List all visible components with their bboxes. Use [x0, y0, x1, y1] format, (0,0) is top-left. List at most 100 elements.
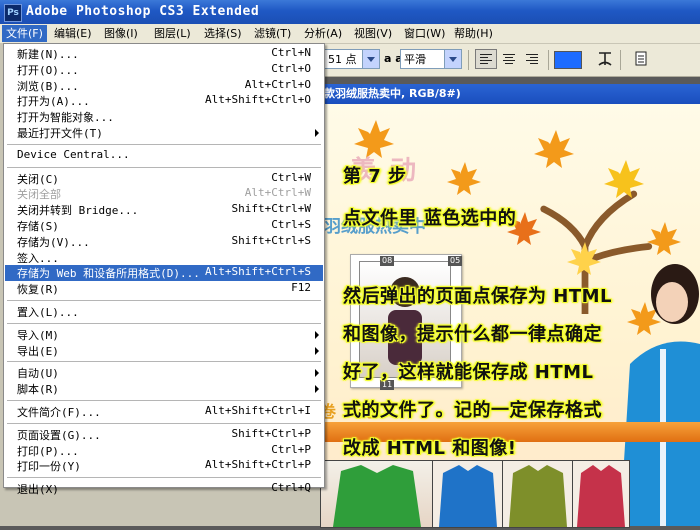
model-photo	[620, 264, 700, 526]
menu-item-shortcut: Ctrl+P	[271, 442, 311, 456]
file-menu-item[interactable]: 文件简介(F)... Alt+Shift+Ctrl+I	[5, 404, 323, 420]
menu-item[interactable]: 窗口(W)	[400, 25, 449, 42]
align-center-button[interactable]	[498, 49, 520, 69]
menu-item-shortcut: Shift+Ctrl+W	[231, 202, 311, 216]
align-left-icon	[480, 54, 492, 66]
instruction-line: 点文件里 蓝色选中的	[343, 208, 517, 229]
menu-item[interactable]: 帮助(H)	[450, 25, 497, 42]
menu-file[interactable]: 文件(F)	[2, 25, 47, 42]
options-bar: 51 点 a a 平滑	[320, 44, 700, 77]
menu-item[interactable]: 视图(V)	[350, 25, 396, 42]
file-menu-item[interactable]: 导出(E)	[5, 343, 323, 359]
file-menu-item[interactable]: 存储为(V)... Shift+Ctrl+S	[5, 234, 323, 250]
menu-item-label: 浏览(B)...	[17, 79, 79, 93]
jacket-icon	[333, 465, 421, 527]
file-menu-item[interactable]: 签入...	[5, 250, 323, 266]
file-menu-item[interactable]: 退出(X) Ctrl+Q	[5, 481, 323, 497]
file-menu-item[interactable]: 打印一份(Y) Alt+Shift+Ctrl+P	[5, 458, 323, 474]
menu-item-label: 打开为(A)...	[17, 95, 90, 109]
align-right-button[interactable]	[521, 49, 543, 69]
menu-item-label: 关闭(C)	[17, 172, 59, 186]
menu-item[interactable]: 分析(A)	[300, 25, 346, 42]
menu-item-shortcut: Alt+Shift+Ctrl+S	[205, 265, 311, 279]
menu-item-label: Device Central...	[17, 147, 130, 161]
divider	[468, 50, 469, 70]
menu-item-label: 导出(E)	[17, 344, 59, 358]
antialias-value: 平滑	[404, 53, 426, 66]
align-left-button[interactable]	[475, 49, 497, 69]
file-menu-item[interactable]: 页面设置(G)... Shift+Ctrl+P	[5, 427, 323, 443]
menu-item-label: 存储为(V)...	[17, 235, 90, 249]
menu-item-save-for-web[interactable]: 存储为 Web 和设备所用格式(D)... Alt+Shift+Ctrl+S	[5, 265, 323, 282]
file-menu-item[interactable]: 置入(L)...	[5, 304, 323, 320]
menu-separator	[7, 477, 321, 479]
title-bar: Ps Adobe Photoshop CS3 Extended	[0, 0, 700, 24]
warp-text-button[interactable]	[594, 49, 616, 69]
menu-item-label: 自动(U)	[17, 367, 59, 381]
file-menu-item[interactable]: 最近打开文件(T)	[5, 125, 323, 141]
instruction-line: 然后弹出的页面点保存为 HTML	[343, 286, 612, 307]
file-menu-item[interactable]: 新建(N)... Ctrl+N	[5, 46, 323, 62]
font-size-select[interactable]: 51 点	[324, 49, 380, 69]
file-menu-item[interactable]: 导入(M)	[5, 327, 323, 343]
palettes-icon	[635, 51, 647, 66]
menu-separator	[7, 300, 321, 301]
menu-separator	[7, 361, 321, 363]
file-menu-item[interactable]: 自动(U)	[5, 365, 323, 381]
menu-item-label: 打开(O)...	[17, 63, 79, 77]
instruction-line: 好了，这样就能保存成 HTML	[343, 362, 594, 383]
menu-item-label: 存储(S)	[17, 220, 59, 233]
divider	[548, 50, 549, 70]
menu-item[interactable]: 图像(I)	[100, 25, 142, 42]
photoshop-logo-icon: Ps	[4, 4, 22, 22]
document-title: 款羽绒服热卖中, RGB/8#)	[324, 87, 461, 100]
menu-item-shortcut: Ctrl+N	[271, 46, 311, 59]
menu-separator	[7, 400, 321, 401]
file-menu-item[interactable]: 存储(S) Ctrl+S	[5, 218, 323, 234]
product-photo	[502, 460, 574, 528]
text-color-swatch[interactable]	[554, 51, 582, 69]
menu-item[interactable]: 编辑(E)	[50, 25, 96, 42]
antialias-select[interactable]: 平滑	[400, 49, 462, 69]
file-menu-item[interactable]: 浏览(B)... Alt+Ctrl+O	[5, 78, 323, 94]
submenu-arrow-icon	[315, 330, 319, 339]
file-menu-item[interactable]: 恢复(R) F12	[5, 281, 323, 297]
file-menu-item[interactable]: 关闭(C) Ctrl+W	[5, 171, 323, 187]
instruction-line: 第 7 步	[343, 166, 407, 187]
menu-item[interactable]: 图层(L)	[150, 25, 195, 42]
menu-item-label: 打印(P)...	[17, 444, 79, 458]
file-menu-item[interactable]: 打开为(A)... Alt+Shift+Ctrl+O	[5, 93, 323, 109]
menu-item-label: 打开为智能对象...	[17, 111, 114, 125]
file-menu-item[interactable]: 脚本(R)	[5, 381, 323, 397]
menu-item-label: 存储为 Web 和设备所用格式(D)...	[17, 267, 200, 281]
jacket-icon	[509, 465, 567, 527]
menu-item[interactable]: 滤镜(T)	[250, 25, 295, 42]
menu-item-label: 页面设置(G)...	[17, 428, 101, 442]
file-menu-item[interactable]: 关闭并转到 Bridge... Shift+Ctrl+W	[5, 202, 323, 218]
menu-item-shortcut: Alt+Shift+Ctrl+I	[205, 404, 311, 417]
warp-text-icon	[598, 52, 612, 66]
menu-item-shortcut: Alt+Shift+Ctrl+O	[205, 93, 311, 107]
file-menu-item[interactable]: 关闭全部 Alt+Ctrl+W	[5, 186, 323, 202]
menu-separator	[7, 422, 321, 424]
menu-separator	[7, 166, 321, 168]
align-center-icon	[503, 54, 515, 66]
menu-item-shortcut: F12	[291, 281, 311, 295]
file-menu-item[interactable]: 打印(P)... Ctrl+P	[5, 443, 323, 459]
menu-separator	[7, 143, 321, 145]
menu-item-label: 恢复(R)	[17, 283, 59, 297]
palettes-button[interactable]	[630, 49, 652, 69]
document-title-bar: 款羽绒服热卖中, RGB/8#)	[320, 84, 700, 104]
menu-item[interactable]: 选择(S)	[200, 25, 246, 42]
menu-item-shortcut: Ctrl+Q	[271, 481, 311, 495]
menu-item-shortcut: Ctrl+S	[271, 218, 311, 231]
menu-item-shortcut: Alt+Shift+Ctrl+P	[205, 458, 311, 472]
instruction-line: 式的文件了。记的一定保存格式	[343, 400, 602, 421]
file-menu-item[interactable]: Device Central...	[5, 148, 323, 164]
slice-badge: 08	[380, 256, 395, 266]
menu-separator	[7, 322, 321, 324]
file-menu-item[interactable]: 打开为智能对象...	[5, 109, 323, 125]
menu-item-label: 关闭并转到 Bridge...	[17, 204, 139, 218]
file-menu-item[interactable]: 打开(O)... Ctrl+O	[5, 62, 323, 78]
menu-item-shortcut: Alt+Ctrl+W	[244, 186, 311, 200]
